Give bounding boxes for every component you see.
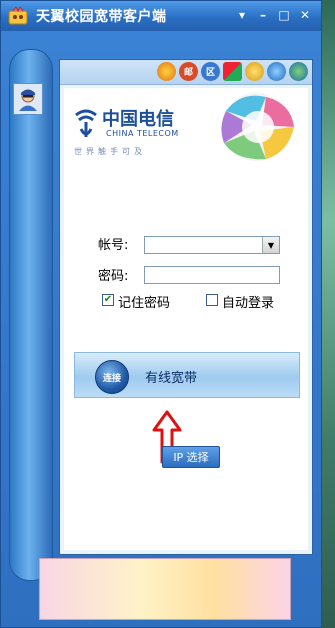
telecom-banner: 中国电信 CHINA TELECOM 世界触手可及 — [72, 91, 304, 163]
close-button[interactable]: ✕ — [297, 7, 313, 23]
remember-password-label[interactable]: 记住密码 — [118, 292, 170, 311]
panel-toolbar: 邮 区 — [60, 60, 312, 85]
app-icon — [8, 7, 28, 25]
password-field[interactable] — [144, 266, 280, 284]
side-rail — [9, 49, 53, 581]
window-controls: ▾ – □ ✕ — [234, 7, 313, 23]
sun-icon[interactable] — [157, 62, 176, 81]
flag-icon[interactable] — [223, 62, 242, 81]
account-combobox[interactable]: ▼ — [144, 236, 280, 254]
telecom-logo-icon — [75, 109, 97, 137]
minimize-button[interactable]: – — [255, 7, 271, 23]
refresh-icon[interactable] — [267, 62, 286, 81]
ip-select-button[interactable]: IP 选择 — [162, 446, 220, 468]
brand-slogan: 世界触手可及 — [74, 147, 146, 156]
brand-name-cn: 中国电信 — [102, 109, 174, 130]
main-panel: 邮 区 中国电信 CHINA TELECOM 世界触手可及 帐号: ▼ 密码: … — [59, 59, 313, 555]
advertisement-banner[interactable] — [39, 558, 291, 620]
password-label: 密码: — [98, 269, 129, 284]
area-icon[interactable]: 区 — [201, 62, 220, 81]
maximize-button[interactable]: □ — [276, 7, 292, 23]
help-icon[interactable] — [245, 62, 264, 81]
menu-dropdown-button[interactable]: ▾ — [234, 7, 250, 23]
globe-icon[interactable] — [289, 62, 308, 81]
user-avatar-icon — [19, 89, 37, 111]
connect-type-label: 有线宽带 — [145, 371, 198, 386]
auto-login-label[interactable]: 自动登录 — [222, 292, 274, 311]
toolbar-icons: 邮 区 — [157, 62, 308, 81]
remember-password-checkbox[interactable]: ✔ — [102, 294, 114, 306]
auto-login-checkbox[interactable] — [206, 294, 218, 306]
connect-orb-icon: 连接 — [95, 360, 129, 394]
colorful-globe-graphic — [221, 93, 294, 161]
user-avatar[interactable] — [13, 83, 43, 115]
client-window: 天翼校园宽带客户端 ▾ – □ ✕ 邮 区 中国电信 CHINA TELECOM… — [0, 0, 322, 628]
mail-icon[interactable]: 邮 — [179, 62, 198, 81]
connect-wired-broadband-button[interactable]: 连接 有线宽带 — [74, 352, 300, 398]
title-bar[interactable]: 天翼校园宽带客户端 ▾ – □ ✕ — [1, 1, 321, 31]
account-label: 帐号: — [98, 238, 129, 253]
window-title: 天翼校园宽带客户端 — [36, 9, 167, 25]
brand-name-en: CHINA TELECOM — [106, 129, 179, 138]
login-content: 中国电信 CHINA TELECOM 世界触手可及 帐号: ▼ 密码: ✔ 记住… — [64, 88, 308, 550]
chevron-down-icon[interactable]: ▼ — [262, 237, 279, 253]
